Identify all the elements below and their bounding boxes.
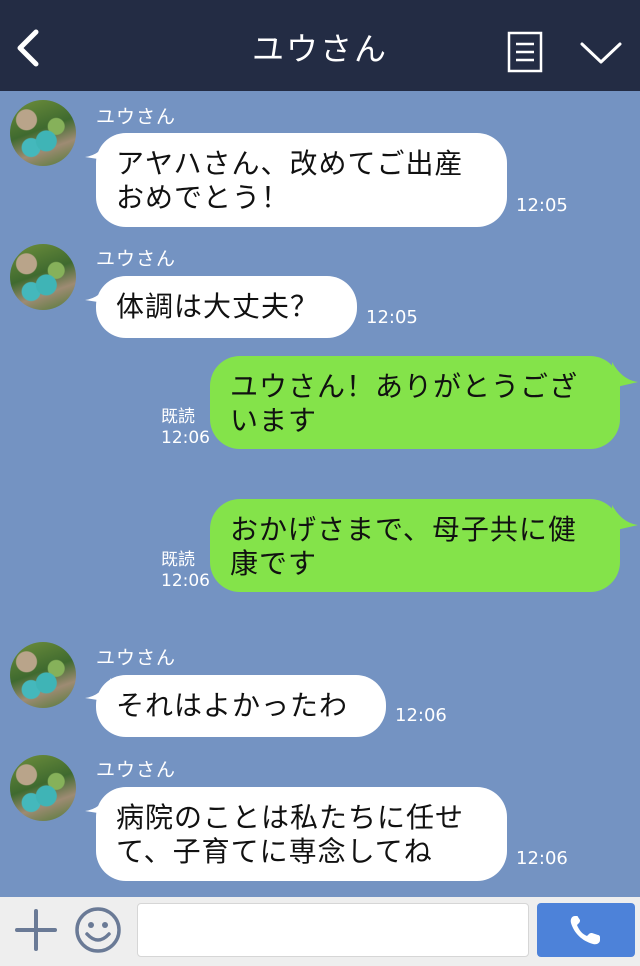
message-bubble[interactable]: アヤハさん、改めてご出産 おめでとう！ bbox=[96, 133, 507, 227]
plus-icon[interactable] bbox=[14, 908, 58, 952]
message-time: 12:05 bbox=[366, 307, 418, 328]
message-bubble[interactable]: 体調は大丈夫？ bbox=[96, 276, 357, 338]
message-line: それはよかったわ bbox=[116, 689, 349, 722]
read-label: 既読 bbox=[161, 407, 195, 427]
sender-name: ユウさん bbox=[96, 647, 177, 669]
chat-header: ユウさん bbox=[0, 0, 640, 91]
phone-icon bbox=[570, 916, 600, 945]
avatar[interactable] bbox=[10, 100, 76, 166]
bubble-tail bbox=[612, 362, 638, 388]
message-line: います bbox=[230, 404, 318, 437]
message-line: て、子育てに専念してね bbox=[116, 835, 433, 868]
message-line: おかげさまで、母子共に健 bbox=[230, 513, 577, 546]
sender-name: ユウさん bbox=[96, 759, 177, 781]
message-input[interactable] bbox=[137, 903, 529, 957]
chat-title: ユウさん bbox=[251, 30, 388, 68]
message-time: 12:06 bbox=[395, 705, 447, 726]
menu-icon[interactable] bbox=[507, 31, 543, 73]
message-line: 体調は大丈夫？ bbox=[116, 290, 320, 323]
read-label: 既読 bbox=[161, 550, 195, 570]
message-time: 12:06 bbox=[161, 571, 210, 591]
message-line: おめでとう！ bbox=[116, 181, 291, 214]
call-button[interactable] bbox=[537, 903, 635, 957]
message-line: ユウさん！ありがとうござ bbox=[230, 370, 579, 403]
bubble-tail bbox=[612, 505, 638, 531]
message-line: 病院のことは私たちに任せ bbox=[116, 801, 465, 834]
message-time: 12:06 bbox=[516, 848, 568, 869]
read-receipt: 既読 12:06 bbox=[161, 407, 210, 449]
message-line: アヤハさん、改めてご出産 bbox=[116, 147, 464, 180]
message-time: 12:05 bbox=[516, 195, 568, 216]
avatar[interactable] bbox=[10, 755, 76, 821]
message-line: 康です bbox=[230, 547, 318, 580]
message-bubble[interactable]: おかげさまで、母子共に健 康です bbox=[210, 499, 620, 592]
message-bubble[interactable]: 病院のことは私たちに任せ て、子育てに専念してね bbox=[96, 787, 507, 881]
read-receipt: 既読 12:06 bbox=[161, 550, 210, 592]
chevron-down-icon[interactable] bbox=[579, 40, 623, 66]
smile-icon[interactable] bbox=[74, 906, 122, 954]
message-time: 12:06 bbox=[161, 428, 210, 448]
sender-name: ユウさん bbox=[96, 106, 177, 128]
avatar[interactable] bbox=[10, 244, 76, 310]
message-bubble[interactable]: それはよかったわ bbox=[96, 675, 386, 737]
message-bubble[interactable]: ユウさん！ありがとうござ います bbox=[210, 356, 620, 449]
sender-name: ユウさん bbox=[96, 248, 177, 270]
avatar[interactable] bbox=[10, 642, 76, 708]
